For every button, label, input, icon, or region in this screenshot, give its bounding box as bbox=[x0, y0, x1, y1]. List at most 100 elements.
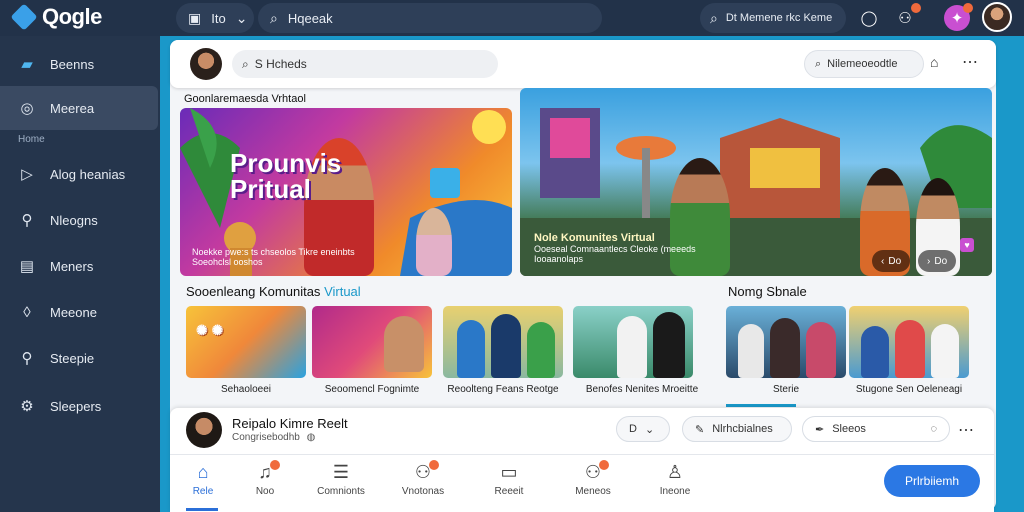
thumbnail-person bbox=[384, 316, 424, 372]
sidebar-item-steepie[interactable]: ⚲ Steepie bbox=[0, 336, 158, 380]
hero-left-caption-line1: Noekke pwe:s ts chseolos Tikre eneinbts bbox=[192, 247, 355, 257]
shield-icon: ◌ bbox=[930, 423, 937, 435]
thumbnail-person bbox=[527, 322, 555, 378]
reaction-dropdown[interactable]: D ⌄ bbox=[616, 416, 670, 442]
nav-messages[interactable]: ⚇ Meneos bbox=[558, 460, 628, 497]
sidebar-item-label: Meerea bbox=[50, 100, 95, 116]
top-bar: Qogle ▣ Ito ⌄ ⌕ Hqeeak ⌕ Dt Memene rkc K… bbox=[0, 0, 1024, 36]
comment-input[interactable]: ✒ Sleeos ◌ bbox=[802, 416, 950, 442]
more-icon[interactable]: ⋯ bbox=[962, 52, 978, 72]
thumbnail-caption: Seoomencl Fognimte bbox=[324, 384, 420, 395]
globe-icon: ◍ bbox=[306, 432, 316, 443]
row-right-title: Nomg Sbnale bbox=[728, 284, 807, 299]
hero-chip-label: Do bbox=[888, 255, 902, 267]
back-icon: ‹ bbox=[881, 255, 885, 267]
thumbnail-person bbox=[861, 326, 889, 378]
avatar[interactable] bbox=[190, 48, 222, 80]
notifications-icon[interactable]: ⚇ bbox=[892, 3, 921, 31]
notification-badge bbox=[599, 460, 610, 470]
logo-mark-icon bbox=[10, 3, 38, 31]
hero-chip-2[interactable]: › Do bbox=[918, 250, 957, 272]
forward-icon: › bbox=[927, 255, 931, 267]
nav-label: Vnotonas bbox=[401, 486, 445, 497]
feed-search-text: S Hcheds bbox=[254, 57, 307, 71]
nav-label: Meneos bbox=[575, 486, 611, 497]
nav-label: Comnionts bbox=[317, 486, 365, 497]
reaction-label: D bbox=[629, 423, 637, 435]
thumbnail-caption: Reoolteng Feans Reotge bbox=[447, 384, 559, 395]
attach-label: Nlrhcbialnes bbox=[712, 423, 773, 435]
create-badge bbox=[963, 3, 973, 13]
pin-icon: ◊ bbox=[23, 303, 31, 321]
nav-comments[interactable]: ☰ Comnionts bbox=[306, 462, 376, 497]
attach-button[interactable]: ✎ Nlrhcbialnes bbox=[682, 416, 792, 442]
hero-right-caption-line1: Ooeseal Comnaantlecs Cleoke (meeeds bbox=[534, 244, 696, 254]
sidebar-item-label: Meeone bbox=[50, 304, 97, 320]
search-icon: ⌕ bbox=[710, 9, 718, 26]
pencil-icon: ✎ bbox=[695, 423, 705, 436]
nav-recent[interactable]: ▭ Reeeit bbox=[474, 462, 544, 497]
sidebar-item-label: Nleogns bbox=[50, 212, 98, 228]
avatar[interactable] bbox=[982, 2, 1012, 32]
chat-icon[interactable]: ◯ bbox=[856, 5, 882, 31]
nav-profile[interactable]: ♙ Ineone bbox=[640, 462, 710, 497]
hero-right-caption-line2: Iooaanolaps bbox=[534, 254, 584, 264]
author-subtitle: Congrisebodhb ◍ bbox=[232, 432, 315, 443]
chevron-down-icon: ⌄ bbox=[235, 9, 248, 26]
sidebar-item-sleepers[interactable]: ⚙ Sleepers bbox=[0, 384, 158, 428]
hero-chip-label: Do bbox=[934, 255, 948, 267]
notification-badge bbox=[429, 460, 440, 470]
divider bbox=[170, 454, 994, 455]
secondary-search[interactable]: ⌕ Dt Memene rkc Keme bbox=[700, 3, 846, 33]
sidebar-item-meerea[interactable]: ◎ Meerea bbox=[0, 86, 158, 130]
app-logo[interactable]: Qogle bbox=[10, 3, 102, 31]
sun-shape bbox=[472, 110, 506, 144]
thumbnail-6[interactable] bbox=[849, 306, 969, 378]
sidebar-item-nleogns[interactable]: ⚲ Nleogns bbox=[0, 198, 158, 242]
workspace-label: Ito bbox=[211, 10, 226, 26]
thumbnail-4[interactable] bbox=[573, 306, 693, 378]
thumbnail-3[interactable] bbox=[443, 306, 563, 378]
more-icon[interactable]: ⋯ bbox=[958, 420, 974, 440]
feed-search-input[interactable]: ⌕ S Hcheds bbox=[232, 50, 498, 78]
sidebar-item-alog-heanias[interactable]: ▷ Alog heanias bbox=[0, 152, 158, 196]
filter-search-input[interactable]: ⌕ Nilemeoeodtle bbox=[804, 50, 924, 78]
nav-label: Noo bbox=[255, 486, 275, 497]
document-icon: ☰ bbox=[332, 462, 350, 482]
sidebar-item-label: Alog heanias bbox=[50, 166, 126, 182]
hero-left-label: Goonlaremaesda Vrhtaol bbox=[184, 93, 306, 105]
bag-icon[interactable]: ⌂ bbox=[930, 54, 938, 70]
thumbnail-5[interactable] bbox=[726, 306, 846, 378]
search-input[interactable]: ⌕ Hqeeak bbox=[258, 3, 602, 33]
sidebar-item-beenns[interactable]: ▰ Beenns bbox=[0, 42, 158, 86]
active-indicator bbox=[186, 508, 218, 511]
thumbnail-person bbox=[931, 324, 959, 378]
search-icon: ⌕ bbox=[270, 9, 278, 26]
search-text: Hqeeak bbox=[287, 10, 333, 26]
user-icon: ♙ bbox=[666, 462, 684, 482]
thumbnail-person bbox=[895, 320, 925, 378]
nav-notifications[interactable]: ♫ Noo bbox=[230, 460, 300, 497]
sidebar-item-meners[interactable]: ▤ Meners bbox=[0, 244, 158, 288]
thumbnail-caption: Stugone Sen Oeleneagi bbox=[855, 384, 963, 395]
thumbnail-person bbox=[653, 312, 685, 378]
thumbnail-2[interactable] bbox=[312, 306, 432, 378]
hero-right-caption: Nole Komunites Virtual Ooeseal Comnaantl… bbox=[534, 232, 696, 264]
thumbnail-1[interactable]: ✺ ✺ bbox=[186, 306, 306, 378]
publish-button[interactable]: Prlrbiiemh bbox=[884, 465, 980, 497]
notification-badge bbox=[911, 3, 921, 13]
avatar[interactable] bbox=[186, 412, 222, 448]
nav-videos[interactable]: ⚇ Vnotonas bbox=[388, 460, 458, 497]
hero-chip-1[interactable]: ‹ Do bbox=[872, 250, 911, 272]
sidebar: ▰ Beenns ◎ Meerea Home ▷ Alog heanias ⚲ … bbox=[0, 36, 160, 512]
nav-label: Ineone bbox=[659, 486, 691, 497]
hero-person bbox=[416, 208, 452, 276]
secondary-search-text: Dt Memene rkc Keme bbox=[725, 12, 833, 24]
sidebar-item-label: Beenns bbox=[50, 56, 95, 72]
thumbnail-caption: Benofes Nenites Mroeitte bbox=[585, 384, 699, 395]
create-icon[interactable]: ✦ bbox=[944, 3, 973, 31]
book-icon: ▰ bbox=[21, 56, 33, 73]
sidebar-item-meeone[interactable]: ◊ Meeone bbox=[0, 290, 158, 334]
nav-home[interactable]: ⌂ Rele bbox=[168, 462, 238, 497]
workspace-selector[interactable]: ▣ Ito ⌄ bbox=[176, 3, 254, 33]
